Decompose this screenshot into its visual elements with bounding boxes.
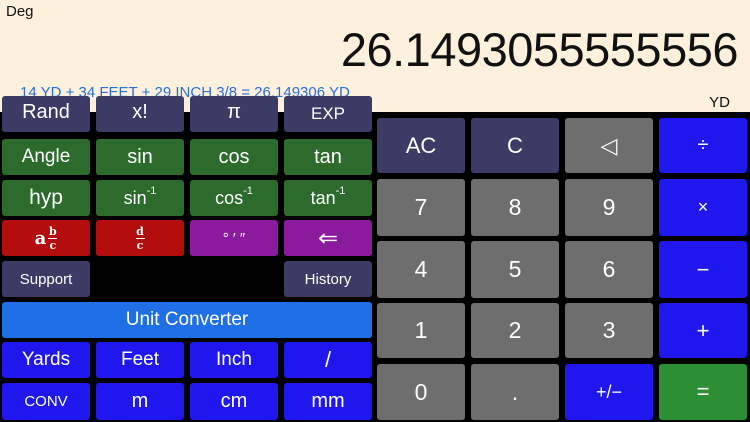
meter-button[interactable]: m — [96, 383, 184, 420]
factorial-button[interactable]: x! — [96, 96, 184, 132]
backspace-triangle-icon: ◁ — [600, 132, 618, 158]
minus-button[interactable]: − — [659, 241, 747, 298]
plus-button[interactable]: + — [659, 303, 747, 358]
digit-2-button[interactable]: 2 — [471, 303, 559, 358]
digit-7-button[interactable]: 7 — [377, 179, 465, 236]
tan-button[interactable]: tan — [284, 139, 372, 175]
pi-button[interactable]: π — [190, 96, 278, 132]
digit-3-button[interactable]: 3 — [565, 303, 653, 358]
derivative-button[interactable]: dc — [96, 220, 184, 256]
hyp-button[interactable]: hyp — [2, 180, 90, 216]
exp-button[interactable]: EXP — [284, 96, 372, 132]
derivative-icon: dc — [135, 224, 145, 252]
backspace-button[interactable]: ◁ — [565, 118, 653, 173]
fraction-button[interactable]: a bc — [2, 220, 90, 256]
equals-button[interactable]: = — [659, 364, 747, 420]
angle-button[interactable]: Angle — [2, 139, 90, 175]
inch-button[interactable]: Inch — [190, 342, 278, 378]
cos-button[interactable]: cos — [190, 139, 278, 175]
digit-5-button[interactable]: 5 — [471, 241, 559, 298]
millimeter-button[interactable]: mm — [284, 383, 372, 420]
arctan-button[interactable]: tan -1 — [284, 180, 372, 216]
current-unit-label: YD — [709, 94, 730, 111]
divide-button[interactable]: ÷ — [659, 118, 747, 173]
yards-button[interactable]: Yards — [2, 342, 90, 378]
centimeter-button[interactable]: cm — [190, 383, 278, 420]
digit-1-button[interactable]: 1 — [377, 303, 465, 358]
sin-button[interactable]: sin — [96, 139, 184, 175]
degrees-minutes-seconds-button[interactable]: ° ′ ″ — [190, 220, 278, 256]
all-clear-button[interactable]: AC — [377, 118, 465, 173]
digit-0-button[interactable]: 0 — [377, 364, 465, 420]
history-button[interactable]: History — [284, 261, 372, 297]
arccos-button[interactable]: cos -1 — [190, 180, 278, 216]
arcsin-button[interactable]: sin -1 — [96, 180, 184, 216]
plus-minus-button[interactable]: +/− — [565, 364, 653, 420]
fraction-icon: bc — [48, 224, 58, 252]
backspace-arrow-button[interactable]: ⇐ — [284, 220, 372, 256]
feet-button[interactable]: Feet — [96, 342, 184, 378]
result-display: 26.1493055555556 — [340, 23, 739, 76]
left-double-arrow-icon: ⇐ — [317, 224, 339, 252]
multiply-button[interactable]: × — [659, 179, 747, 236]
angle-mode-label: Deg — [6, 3, 34, 20]
digit-8-button[interactable]: 8 — [471, 179, 559, 236]
decimal-point-button[interactable]: . — [471, 364, 559, 420]
digit-6-button[interactable]: 6 — [565, 241, 653, 298]
unit-converter-button[interactable]: Unit Converter — [2, 302, 372, 338]
clear-button[interactable]: C — [471, 118, 559, 173]
support-button[interactable]: Support — [2, 261, 90, 297]
conv-button[interactable]: CONV — [2, 383, 90, 420]
fraction-slash-button[interactable]: / — [284, 342, 372, 378]
digit-9-button[interactable]: 9 — [565, 179, 653, 236]
rand-button[interactable]: Rand — [2, 96, 90, 132]
digit-4-button[interactable]: 4 — [377, 241, 465, 298]
